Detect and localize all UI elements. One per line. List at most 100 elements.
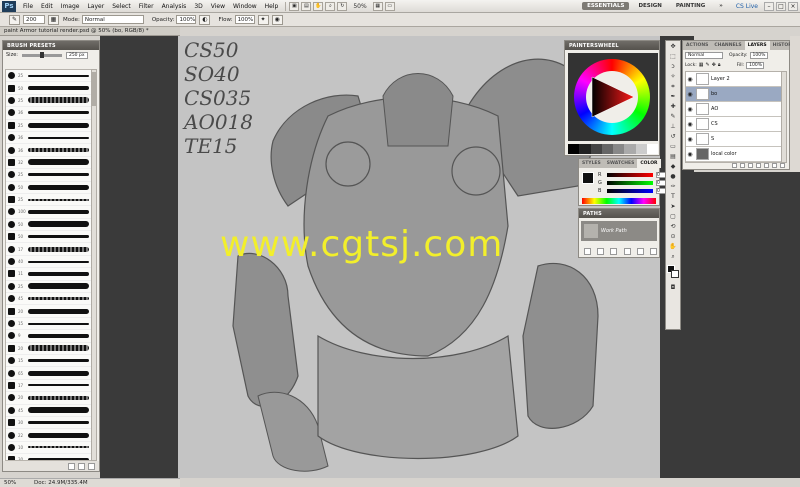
brush-preset-row[interactable]: 50 <box>6 231 92 244</box>
brush-tool-icon[interactable]: ✎ <box>667 112 679 121</box>
gray-swatch[interactable] <box>590 144 602 154</box>
menu-file[interactable]: File <box>19 3 37 10</box>
link-layers-icon[interactable] <box>732 162 737 168</box>
visibility-eye-icon[interactable]: ◉ <box>686 121 694 128</box>
layer-row[interactable]: ◉ bo <box>686 87 782 102</box>
gray-swatch[interactable] <box>568 144 580 154</box>
brush-preset-row[interactable]: 50 <box>6 182 92 194</box>
layer-list-scrollbar[interactable] <box>781 71 787 163</box>
marquee-tool-icon[interactable]: ⬚ <box>667 52 679 61</box>
visibility-eye-icon[interactable]: ◉ <box>686 76 694 83</box>
brush-preset-row[interactable]: 45 <box>6 405 92 417</box>
workspace-more-icon[interactable]: » <box>714 2 728 10</box>
brush-preset-row[interactable]: 22 <box>6 429 92 442</box>
brush-preset-row[interactable]: 15 <box>6 318 92 331</box>
brush-preset-row[interactable]: 50 <box>6 82 92 95</box>
layer-row[interactable]: ◉ S <box>686 132 782 147</box>
layer-row[interactable]: ◉ AO <box>686 102 782 117</box>
fill-field[interactable]: 100% <box>746 61 765 69</box>
brush-preset-row[interactable]: 36 <box>6 144 92 157</box>
document-tab[interactable]: paint Armor tutorial render.psd @ 50% (b… <box>0 27 180 36</box>
3d-rotate-tool-icon[interactable]: ⟲ <box>667 222 679 231</box>
visibility-eye-icon[interactable]: ◉ <box>686 151 694 158</box>
menu-select[interactable]: Select <box>108 3 135 10</box>
brush-preset-row[interactable]: 25 <box>6 281 92 294</box>
lock-all-icon[interactable]: 🔒︎ <box>718 62 721 68</box>
brush-preset-row[interactable]: 45 <box>6 293 92 306</box>
visibility-eye-icon[interactable]: ◉ <box>686 106 694 113</box>
brush-tool-icon[interactable]: ✎ <box>9 14 20 25</box>
menu-help[interactable]: Help <box>261 3 283 10</box>
work-path-item[interactable]: Work Path <box>581 221 657 241</box>
eyedropper-tool-icon[interactable]: ✒ <box>667 92 679 101</box>
hand-tool-icon[interactable]: ✋ <box>313 1 324 11</box>
visibility-eye-icon[interactable]: ◉ <box>686 91 694 98</box>
stroke-path-icon[interactable] <box>596 248 604 255</box>
fg-bg-swatch[interactable] <box>582 172 594 184</box>
brush-preset-row[interactable]: 20 <box>6 343 92 355</box>
brush-preset-row[interactable]: 36 <box>6 107 92 120</box>
lock-image-icon[interactable]: ✎ <box>706 62 710 68</box>
gray-swatch[interactable] <box>646 144 658 154</box>
menu-filter[interactable]: Filter <box>135 3 158 10</box>
layer-row[interactable]: ◉ Layer 2 <box>686 72 782 87</box>
brush-preset-row[interactable]: 20 <box>6 305 92 318</box>
opacity-field[interactable]: 100% <box>176 15 197 24</box>
brush-preset-row[interactable]: 25 <box>6 95 92 108</box>
slider-b[interactable] <box>607 189 653 193</box>
path-select-tool-icon[interactable]: ➤ <box>667 202 679 211</box>
adjustment-layer-icon[interactable] <box>756 162 761 168</box>
type-tool-icon[interactable]: T <box>667 192 679 201</box>
close-button[interactable]: × <box>788 1 798 11</box>
menu-edit[interactable]: Edit <box>37 3 57 10</box>
screen-mode-icon[interactable]: ▭ <box>384 1 395 11</box>
minimize-button[interactable]: – <box>764 1 774 11</box>
brush-list-scroll-thumb[interactable] <box>92 72 96 106</box>
gray-swatch[interactable] <box>601 144 613 154</box>
lock-transparent-icon[interactable]: ▦ <box>699 62 704 68</box>
layer-row[interactable]: ◉ local color <box>686 147 782 162</box>
lasso-tool-icon[interactable]: ↄ <box>667 62 679 71</box>
new-group-icon[interactable] <box>764 162 769 168</box>
brush-preset-row[interactable]: 65 <box>6 367 92 380</box>
tab-actions[interactable]: ACTIONS <box>683 41 711 50</box>
blur-tool-icon[interactable]: ◆ <box>667 162 679 171</box>
fill-path-icon[interactable] <box>583 248 591 255</box>
brush-preset-row[interactable]: 15 <box>6 355 92 368</box>
menu-view[interactable]: View <box>207 3 229 10</box>
toggle-bristle-preview-icon[interactable] <box>68 462 75 470</box>
workspace-painting[interactable]: PAINTING <box>671 2 710 10</box>
quick-mask-icon[interactable]: ◘ <box>667 283 679 292</box>
shape-tool-icon[interactable]: ▢ <box>667 212 679 221</box>
delete-path-icon[interactable] <box>650 248 658 255</box>
menu-3d[interactable]: 3D <box>190 3 206 10</box>
brush-preset-row[interactable]: 100 <box>6 206 92 219</box>
brush-preset-list[interactable]: 25 50 25 36 25 36 36 32 25 50 25 100 50 50 17 40 11 25 45 2… <box>5 69 93 461</box>
add-mask-icon[interactable] <box>748 162 753 168</box>
brush-panel-toggle-icon[interactable]: ▦ <box>48 14 59 25</box>
workspace-essentials[interactable]: ESSENTIALS <box>582 2 630 10</box>
status-zoom[interactable]: 50% <box>4 480 20 486</box>
brush-preset-row[interactable]: 10 <box>6 442 92 455</box>
brush-preset-row[interactable]: 17 <box>6 243 92 256</box>
slider-r[interactable] <box>607 173 653 177</box>
tab-swatches[interactable]: SWATCHES <box>604 159 638 168</box>
move-tool-icon[interactable]: ✥ <box>667 42 679 51</box>
zoom-level[interactable]: 50% <box>353 3 366 10</box>
blend-mode-select[interactable]: Normal <box>685 51 723 59</box>
gray-swatch[interactable] <box>579 144 591 154</box>
slider-g[interactable] <box>607 181 653 185</box>
quick-select-tool-icon[interactable]: ✧ <box>667 72 679 81</box>
eraser-tool-icon[interactable]: ▭ <box>667 142 679 151</box>
layer-style-icon[interactable] <box>740 162 745 168</box>
brush-preset-row[interactable]: 25 <box>6 70 92 83</box>
clone-stamp-tool-icon[interactable]: ⊥ <box>667 122 679 131</box>
saturation-triangle[interactable] <box>586 71 638 123</box>
grayscale-bar[interactable] <box>568 144 658 154</box>
tablet-opacity-icon[interactable]: ◐ <box>199 14 211 25</box>
menu-window[interactable]: Window <box>229 3 261 10</box>
brush-preset-row[interactable]: 25 <box>6 194 92 207</box>
menu-analysis[interactable]: Analysis <box>158 3 191 10</box>
tab-layers[interactable]: LAYERS <box>744 41 770 50</box>
brush-preset-row[interactable]: 50 <box>6 219 92 232</box>
